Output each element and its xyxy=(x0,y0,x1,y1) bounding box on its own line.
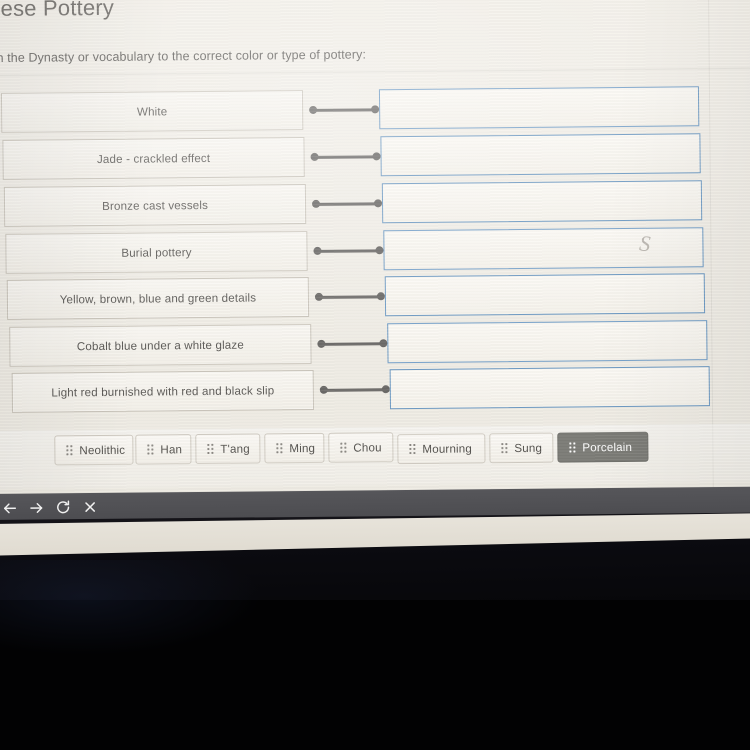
connector-line xyxy=(319,385,390,394)
term-box[interactable]: Burial pottery xyxy=(5,231,308,274)
term-label: Cobalt blue under a white glaze xyxy=(76,338,244,353)
connector-knob-right xyxy=(376,292,385,301)
pencil-mark: S xyxy=(638,230,652,257)
match-row: Burial pottery S xyxy=(5,227,750,274)
term-label: Burial pottery xyxy=(121,245,192,260)
drag-handle-icon[interactable] xyxy=(569,442,576,453)
token-label: Chou xyxy=(353,440,382,455)
term-box[interactable]: Yellow, brown, blue and green details xyxy=(6,276,310,320)
connector-knob-right xyxy=(375,246,384,255)
connector-line xyxy=(310,152,381,161)
connector-bar xyxy=(317,248,380,254)
match-row: Cobalt blue under a white glaze xyxy=(9,320,750,367)
drag-handle-icon[interactable] xyxy=(501,443,508,453)
answer-drop-slot[interactable] xyxy=(387,320,708,364)
answer-drop-slot[interactable] xyxy=(381,180,703,224)
connector-knob-right xyxy=(381,385,390,394)
term-label: Jade - crackled effect xyxy=(96,151,211,166)
connector-bar xyxy=(318,294,381,299)
answer-drop-slot[interactable] xyxy=(389,366,710,410)
connector-knob-right xyxy=(371,105,380,114)
token-label: Ming xyxy=(289,441,316,455)
drag-handle-icon[interactable] xyxy=(66,445,73,455)
connector-knob-right xyxy=(373,199,383,208)
term-box[interactable]: Cobalt blue under a white glaze xyxy=(9,323,312,367)
connector-bar xyxy=(321,341,384,346)
term-box[interactable]: Bronze cast vessels xyxy=(3,184,307,227)
connector-knob-right xyxy=(372,152,381,161)
term-label: Bronze cast vessels xyxy=(101,198,209,213)
photo-bottom-fill xyxy=(0,600,750,750)
drag-handle-icon[interactable] xyxy=(409,444,416,454)
answer-drop-slot[interactable] xyxy=(380,133,701,177)
draggable-token[interactable]: Ming xyxy=(264,432,325,464)
token-label: T'ang xyxy=(220,442,250,456)
drag-handle-icon[interactable] xyxy=(276,443,283,453)
connector-bar xyxy=(316,201,379,207)
draggable-token[interactable]: Han xyxy=(135,434,192,465)
term-label: White xyxy=(136,104,168,119)
token-label: Porcelain xyxy=(582,440,633,454)
draggable-token[interactable]: Porcelain xyxy=(557,431,649,463)
photo-of-screen: nese Pottery tch the Dynasty or vocabula… xyxy=(0,0,750,750)
header-divider xyxy=(0,67,750,76)
connector-line xyxy=(317,339,388,348)
answer-drop-slot[interactable] xyxy=(384,273,706,317)
instruction-text: tch the Dynasty or vocabulary to the cor… xyxy=(0,47,367,66)
term-box[interactable]: Jade - crackled effect xyxy=(2,137,305,180)
draggable-token[interactable]: T'ang xyxy=(195,433,261,465)
term-box[interactable]: White xyxy=(0,90,304,133)
connector-line xyxy=(313,246,384,255)
connector-line xyxy=(314,292,385,301)
connector-line xyxy=(311,199,383,208)
match-row: Yellow, brown, blue and green details xyxy=(6,273,750,320)
drag-handle-icon[interactable] xyxy=(340,443,347,453)
match-row: Jade - crackled effect xyxy=(2,133,750,180)
connector-bar xyxy=(314,154,377,160)
term-label: Yellow, brown, blue and green details xyxy=(59,290,257,306)
token-label: Han xyxy=(160,442,183,456)
connector-bar xyxy=(323,387,386,392)
close-icon[interactable] xyxy=(79,496,101,518)
connector-line xyxy=(309,105,380,114)
connector-knob-right xyxy=(379,339,388,348)
forward-icon[interactable] xyxy=(25,496,47,518)
answer-drop-slot[interactable]: S xyxy=(383,227,704,271)
match-row: White xyxy=(0,86,750,133)
token-label: Sung xyxy=(514,441,543,455)
term-label: Light red burnished with red and black s… xyxy=(51,383,275,399)
token-label: Neolithic xyxy=(79,443,126,457)
term-box[interactable]: Light red burnished with red and black s… xyxy=(11,369,315,413)
draggable-token[interactable]: Sung xyxy=(489,432,554,464)
drag-handle-icon[interactable] xyxy=(207,444,214,454)
match-row: Bronze cast vessels xyxy=(3,180,750,227)
screen-surface: nese Pottery tch the Dynasty or vocabula… xyxy=(0,0,750,498)
back-icon[interactable] xyxy=(0,497,20,519)
reload-icon[interactable] xyxy=(52,496,74,518)
draggable-token[interactable]: Mourning xyxy=(397,433,486,465)
page-title: nese Pottery xyxy=(0,0,115,22)
draggable-token[interactable]: Chou xyxy=(328,432,394,463)
connector-bar xyxy=(313,107,376,113)
token-label: Mourning xyxy=(422,441,472,456)
drag-handle-icon[interactable] xyxy=(147,444,154,455)
draggable-token[interactable]: Neolithic xyxy=(54,434,134,466)
answer-drop-slot[interactable] xyxy=(378,86,700,130)
match-row: Light red burnished with red and black s… xyxy=(11,366,750,413)
